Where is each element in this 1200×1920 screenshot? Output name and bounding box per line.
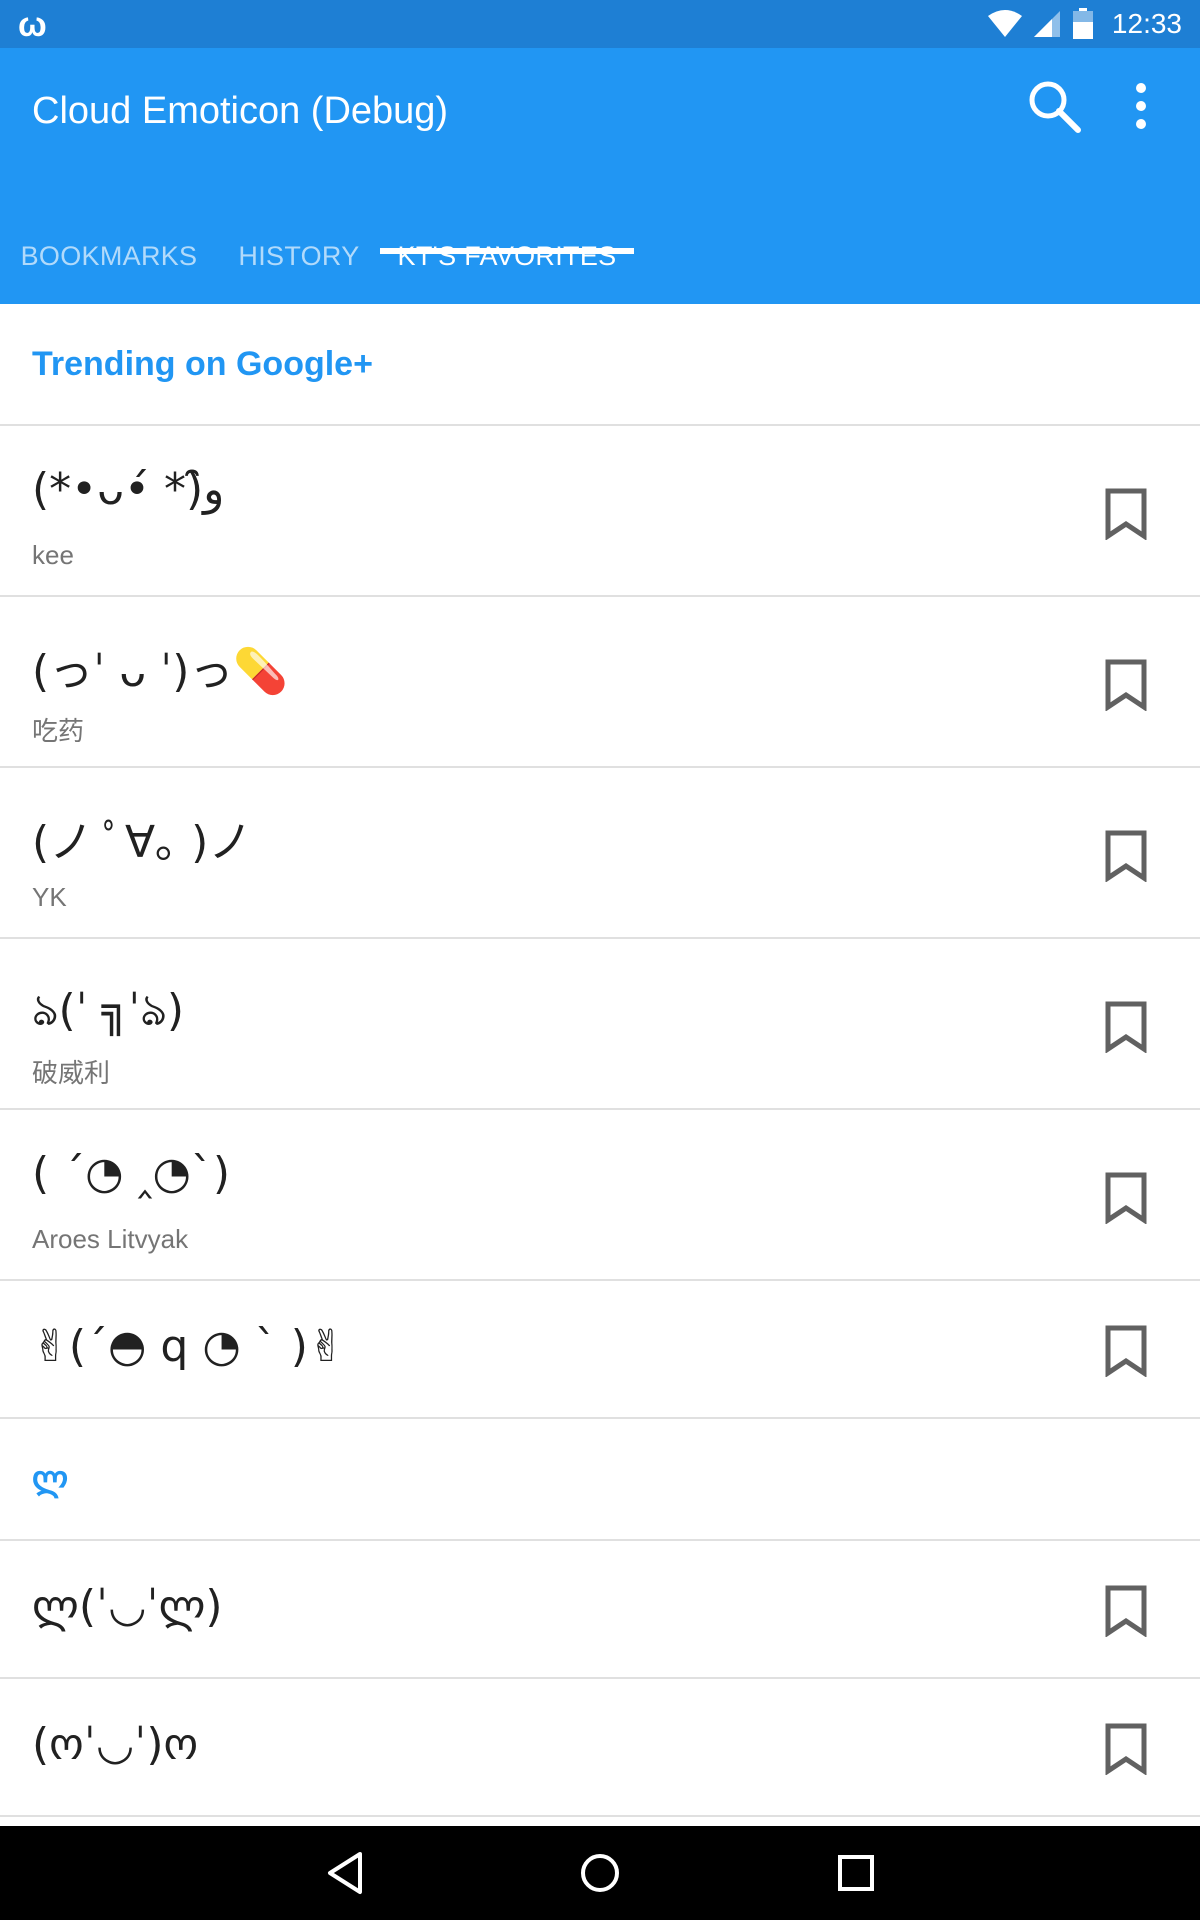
list-item[interactable]: (ノ ﾟ∀｡ )ノ YK [0,768,1200,939]
more-vert-icon[interactable] [1116,78,1166,138]
emoticon-description: kee [32,540,74,570]
list-item[interactable]: ঌ(ˈ ╗ˈঌ) 破威利 [0,939,1200,1110]
emoticon-description: 破威利 [32,1058,111,1088]
tab-history[interactable]: HISTORY [218,208,380,304]
bookmark-icon[interactable] [1104,1001,1148,1053]
battery-icon [1072,8,1093,39]
tab-bar: BOOKMARKS HISTORY KT'S FAVORITES [0,208,1200,304]
emoticon-text: ঌ(ˈ ╗ˈঌ) [32,985,184,1036]
clock-time: 12:33 [1111,8,1182,39]
bookmark-icon[interactable] [1104,1172,1148,1224]
list-item[interactable]: (ოˈ◡ˈ)ო [0,1679,1200,1817]
bookmark-icon[interactable] [1104,830,1148,882]
emoticon-text: (ノ ﾟ∀｡ )ノ [32,817,253,868]
w-notification-icon: ω [18,6,47,44]
emoticon-description: 吃药 [32,716,85,746]
bookmark-icon[interactable] [1104,488,1148,540]
emoticon-description: Aroes Litvyak [32,1224,189,1254]
list-item[interactable]: (*•ᴗ•́ *)ﻭ̑̑ kee [0,426,1200,597]
bookmark-icon[interactable] [1104,1585,1148,1637]
bookmark-icon[interactable] [1104,1325,1148,1377]
emoticon-text: ✌(´◓ q ◔ ` )✌ [32,1321,345,1372]
home-icon[interactable] [575,1848,625,1898]
app-bar: Cloud Emoticon (Debug) BOOKMARKS HISTORY… [0,48,1200,304]
app-title: Cloud Emoticon (Debug) [32,90,449,132]
wifi-icon [987,10,1022,37]
bookmark-icon[interactable] [1104,1723,1148,1775]
back-icon[interactable] [320,1848,370,1898]
emoticon-text: ლ(ˈ◡ˈლ) [32,1581,223,1632]
section-header-trending: Trending on Google+ [0,304,1200,426]
status-bar: ω 12:33 [0,0,1200,48]
list-item[interactable]: ✌(´◓ q ◔ ` )✌ [0,1281,1200,1419]
list-item[interactable]: (っˈ ᴗ ˈ)っ💊 吃药 [0,597,1200,768]
signal-icon [1033,11,1060,37]
active-tab-indicator [380,248,634,254]
status-icons: 12:33 [987,0,1182,48]
system-nav-bar [0,1826,1200,1920]
bookmark-icon[interactable] [1104,659,1148,711]
emoticon-list[interactable]: Trending on Google+ (*•ᴗ•́ *)ﻭ̑̑ kee (っˈ… [0,304,1200,1817]
emoticon-text: (*•ᴗ•́ *)ﻭ̑̑ [32,464,225,515]
emoticon-text: ( ´◔ ‸◔`) [32,1148,230,1199]
list-item[interactable]: ლ(ˈ◡ˈლ) [0,1541,1200,1679]
emoticon-description: YK [32,882,67,912]
section-header-lo: ლ [0,1419,1200,1541]
recents-icon[interactable] [831,1848,881,1898]
tab-kts-favorites[interactable]: KT'S FAVORITES [380,208,634,304]
search-icon[interactable] [1024,76,1084,136]
tab-bookmarks[interactable]: BOOKMARKS [0,208,218,304]
emoticon-text: (ოˈ◡ˈ)ო [32,1719,199,1770]
emoticon-text: (っˈ ᴗ ˈ)っ💊 [32,646,289,697]
list-item[interactable]: ( ´◔ ‸◔`) Aroes Litvyak [0,1110,1200,1281]
